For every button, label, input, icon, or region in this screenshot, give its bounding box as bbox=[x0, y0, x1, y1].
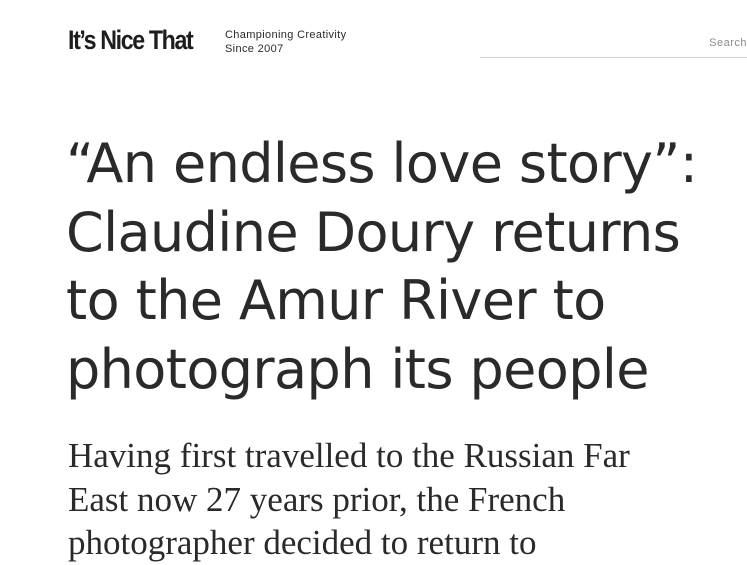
search-input[interactable] bbox=[480, 30, 747, 56]
headline-line: to the Amur River to bbox=[66, 269, 606, 332]
site-logo[interactable]: It’s Nice That bbox=[68, 22, 194, 58]
tagline-line-2: Since 2007 bbox=[225, 42, 284, 55]
article-standfirst: Having first travelled to the Russian Fa… bbox=[68, 434, 747, 565]
site-tagline: Championing Creativity Since 2007 bbox=[225, 29, 346, 56]
headline-line: “An endless love story”: bbox=[66, 132, 698, 195]
headline-line: Claudine Doury returns bbox=[66, 200, 681, 264]
search-box bbox=[480, 30, 747, 58]
standfirst-line: photographer decided to return to bbox=[68, 523, 537, 562]
standfirst-line: East now 27 years prior, the French bbox=[68, 479, 566, 519]
article-headline: “An endless love story”: Claudine Doury … bbox=[66, 130, 747, 404]
standfirst-line: Having first travelled to the Russian Fa… bbox=[68, 436, 630, 475]
headline-line: photograph its people bbox=[66, 337, 650, 401]
site-header: It’s Nice That Championing Creativity Si… bbox=[0, 0, 747, 72]
tagline-line-1: Championing Creativity bbox=[225, 29, 347, 41]
